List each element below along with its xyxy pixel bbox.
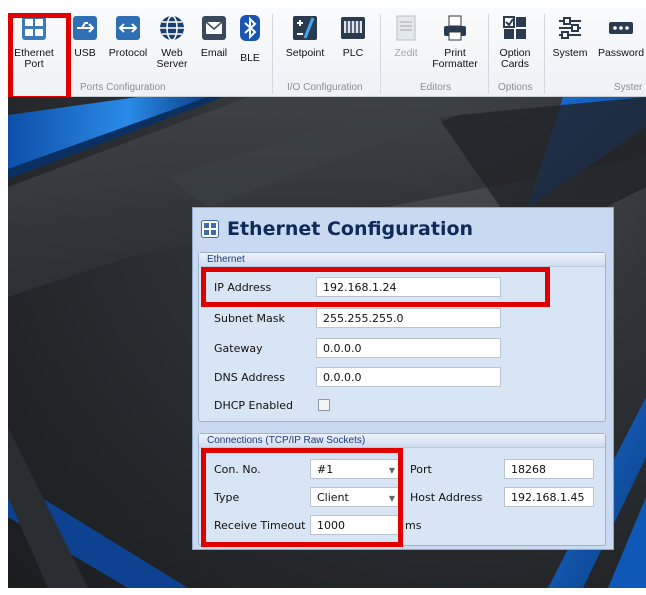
option-cards-label: Option Cards: [499, 47, 531, 70]
ble-button[interactable]: BLE: [236, 14, 264, 64]
plc-button[interactable]: PLC: [336, 14, 370, 59]
dialog-title: Ethernet Configuration: [201, 214, 473, 244]
print-formatter-button[interactable]: Print Formatter: [428, 14, 482, 70]
dns-address-label: DNS Address: [214, 370, 285, 384]
timeout-unit-row: ms: [405, 515, 421, 535]
globe-icon: [160, 15, 184, 41]
print-formatter-label: Print Formatter: [432, 47, 478, 70]
port-row: Port: [410, 459, 432, 479]
setpoint-icon: [293, 16, 317, 40]
dialog-title-text: Ethernet Configuration: [227, 218, 474, 240]
ethernet-port-highlight: [8, 13, 71, 101]
usb-label: USB: [74, 47, 96, 59]
dhcp-enabled-checkbox[interactable]: [318, 399, 330, 411]
gateway-label: Gateway: [214, 341, 263, 355]
password-button[interactable]: Password: [596, 14, 646, 59]
ethernet-section-header: Ethernet: [199, 253, 605, 267]
ribbon-toolbar: Ethernet Port USB Protocol Web Server Em…: [8, 8, 646, 97]
setpoint-label: Setpoint: [285, 47, 325, 59]
zedit-button[interactable]: Zedit: [388, 14, 424, 59]
connection-settings-highlight: [201, 448, 403, 547]
protocol-label: Protocol: [108, 47, 148, 59]
zedit-label: Zedit: [394, 47, 418, 59]
usb-button[interactable]: USB: [68, 14, 102, 59]
plc-icon: [341, 17, 365, 39]
ribbon-separator: [380, 14, 381, 94]
dhcp-enabled-row: DHCP Enabled: [214, 395, 293, 415]
web-server-button[interactable]: Web Server: [152, 14, 192, 70]
plc-label: PLC: [342, 47, 364, 59]
editors-group-label: Editors: [420, 82, 452, 93]
envelope-icon: [202, 16, 226, 40]
password-icon: [609, 22, 633, 34]
email-button[interactable]: Email: [197, 14, 231, 59]
dns-address-row: DNS Address: [214, 367, 285, 387]
ip-address-highlight: [201, 267, 550, 307]
subnet-mask-label: Subnet Mask: [214, 311, 285, 325]
ribbon-separator: [488, 14, 489, 94]
protocol-button[interactable]: Protocol: [106, 14, 150, 59]
sliders-icon: [559, 17, 581, 39]
ribbon-separator: [272, 14, 273, 94]
password-label: Password: [597, 47, 645, 59]
system-label: System: [552, 47, 588, 59]
gateway-field[interactable]: 0.0.0.0: [316, 338, 501, 358]
ribbon-separator: [544, 14, 545, 94]
ble-label: BLE: [240, 52, 260, 64]
timeout-unit-label: ms: [405, 518, 422, 532]
bluetooth-icon: [240, 15, 260, 41]
ethernet-port-icon: [201, 220, 219, 238]
dns-address-field[interactable]: 0.0.0.0: [316, 367, 501, 387]
port-label: Port: [410, 462, 432, 476]
host-address-field[interactable]: 192.168.1.45: [504, 487, 594, 507]
web-server-label: Web Server: [156, 47, 188, 70]
ports-configuration-group-label: Ports Configuration: [80, 82, 166, 93]
options-group-label: Options: [498, 82, 533, 93]
system-button[interactable]: System: [550, 14, 590, 59]
protocol-icon: [116, 16, 140, 40]
dhcp-enabled-label: DHCP Enabled: [214, 398, 294, 412]
setpoint-button[interactable]: Setpoint: [282, 14, 328, 59]
system-group-label: Syster: [614, 82, 643, 93]
option-cards-button[interactable]: Option Cards: [492, 14, 538, 70]
subnet-mask-row: Subnet Mask: [214, 308, 285, 328]
document-edit-icon: [396, 15, 416, 41]
option-cards-icon: [503, 16, 526, 39]
host-address-row: Host Address: [410, 487, 482, 507]
port-field[interactable]: 18268: [504, 459, 594, 479]
printer-icon: [444, 15, 466, 41]
gateway-row: Gateway: [214, 338, 263, 358]
io-configuration-group-label: I/O Configuration: [287, 82, 363, 93]
connections-section-header: Connections (TCP/IP Raw Sockets): [199, 434, 605, 448]
email-label: Email: [200, 47, 228, 59]
host-address-label: Host Address: [410, 490, 483, 504]
subnet-mask-field[interactable]: 255.255.255.0: [316, 308, 501, 328]
usb-icon: [73, 16, 97, 40]
